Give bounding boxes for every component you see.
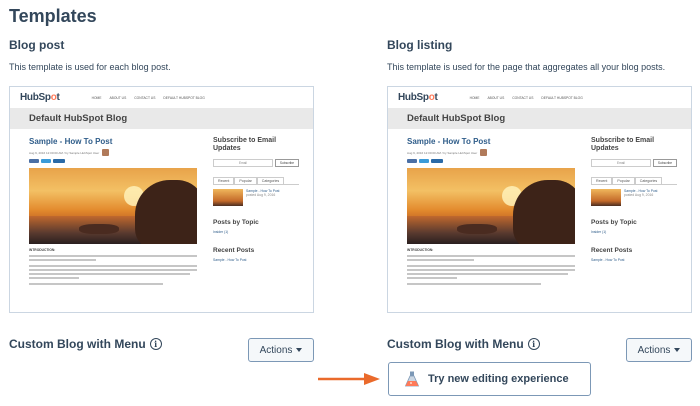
preview-recent-item: Sample - How To Post xyxy=(213,257,247,262)
preview-nav-item: HOME xyxy=(469,95,480,100)
preview-tab: Popular xyxy=(612,176,635,184)
flask-icon xyxy=(405,371,419,387)
arrow-right-icon xyxy=(318,373,380,385)
preview-topic-item: Insider (1) xyxy=(213,229,229,234)
preview-subscribe-heading: Subscribe to Email Updates xyxy=(591,137,655,153)
preview-recent-item: Sample - How To Post xyxy=(591,257,625,262)
preview-post-title: Sample - How To Post xyxy=(407,137,491,146)
preview-body-text xyxy=(29,255,197,285)
preview-email-field: Email xyxy=(213,158,273,167)
avatar xyxy=(102,149,110,156)
preview-post-title: Sample - How To Post xyxy=(29,137,113,146)
avatar xyxy=(480,149,488,156)
preview-email-field: Email xyxy=(591,158,651,167)
template-preview[interactable]: HubSpot HOME ABOUT US CONTACT US DEFAULT… xyxy=(387,86,692,313)
preview-nav-item: CONTACT US xyxy=(512,95,534,100)
try-button-label: Try new editing experience xyxy=(428,373,569,385)
preview-tab: Recent xyxy=(213,176,235,184)
actions-button[interactable]: Actions xyxy=(248,338,314,362)
hubspot-logo: HubSpot xyxy=(20,92,60,103)
preview-tab: Categories xyxy=(256,176,285,184)
template-description: This template is used for each blog post… xyxy=(9,62,171,72)
preview-tab: Categories xyxy=(634,176,663,184)
recent-post-thumbnail xyxy=(213,188,243,206)
preview-banner: Default HubSpot Blog xyxy=(10,108,313,129)
recent-post-date: posted Aug 9, 2016 xyxy=(624,193,654,198)
preview-blog-name: Default HubSpot Blog xyxy=(29,113,128,124)
preview-tab: Recent xyxy=(591,176,613,184)
caret-down-icon xyxy=(296,348,303,352)
actions-label: Actions xyxy=(259,344,293,356)
preview-nav-item: ABOUT US xyxy=(109,95,127,100)
preview-topics-heading: Posts by Topic xyxy=(213,218,259,226)
info-icon[interactable]: i xyxy=(527,338,540,350)
preview-tab: Popular xyxy=(234,176,257,184)
actions-button[interactable]: Actions xyxy=(626,338,692,362)
preview-topic-item: Insider (1) xyxy=(591,229,607,234)
preview-banner: Default HubSpot Blog xyxy=(388,108,691,129)
share-buttons xyxy=(407,159,575,163)
share-buttons xyxy=(29,159,197,163)
caret-down-icon xyxy=(674,348,681,352)
featured-image xyxy=(407,168,575,244)
preview-nav-item: DEFAULT HUBSPOT BLOG xyxy=(163,95,205,100)
preview-body-text xyxy=(407,255,575,285)
template-card-blog-listing: Blog listing This template is used for t… xyxy=(387,38,692,313)
preview-post-meta: Aug 9, 2016 12:00:00 AM / by Sample HubS… xyxy=(29,150,100,155)
recent-post-thumbnail xyxy=(591,188,621,206)
info-icon[interactable]: i xyxy=(149,338,162,350)
template-preview[interactable]: HubSpot HOME ABOUT US CONTACT US DEFAULT… xyxy=(9,86,314,313)
preview-nav-item: CONTACT US xyxy=(134,95,156,100)
template-description: This template is used for the page that … xyxy=(387,62,666,72)
template-name-label: Custom Blog with Menu xyxy=(9,337,146,351)
preview-nav-item: ABOUT US xyxy=(487,95,505,100)
template-title: Blog listing xyxy=(387,38,453,52)
selected-template-name: Custom Blog with Menu i xyxy=(387,337,540,351)
preview-nav-item: HOME xyxy=(91,95,102,100)
preview-recent-heading: Recent Posts xyxy=(591,246,633,254)
page-title: Templates xyxy=(9,6,97,26)
hubspot-logo: HubSpot xyxy=(398,92,438,103)
preview-recent-heading: Recent Posts xyxy=(213,246,255,254)
recent-post-date: posted Aug 9, 2016 xyxy=(246,193,276,198)
template-card-blog-post: Blog post This template is used for each… xyxy=(9,38,314,313)
preview-nav: HubSpot HOME ABOUT US CONTACT US DEFAULT… xyxy=(388,87,691,108)
template-name-label: Custom Blog with Menu xyxy=(387,337,524,351)
preview-subscribe-heading: Subscribe to Email Updates xyxy=(213,137,277,153)
try-new-editing-experience-button[interactable]: Try new editing experience xyxy=(388,362,591,396)
preview-intro-label: INTRODUCTION: xyxy=(29,248,56,252)
preview-intro-label: INTRODUCTION: xyxy=(407,248,434,252)
template-title: Blog post xyxy=(9,38,65,52)
preview-subscribe-button: Subscribe xyxy=(275,158,299,167)
preview-topics-heading: Posts by Topic xyxy=(591,218,637,226)
selected-template-name: Custom Blog with Menu i xyxy=(9,337,162,351)
featured-image xyxy=(29,168,197,244)
preview-nav: HubSpot HOME ABOUT US CONTACT US DEFAULT… xyxy=(10,87,313,108)
preview-blog-name: Default HubSpot Blog xyxy=(407,113,506,124)
preview-subscribe-button: Subscribe xyxy=(653,158,677,167)
actions-label: Actions xyxy=(637,344,671,356)
preview-post-meta: Aug 9, 2016 12:00:00 AM / by Sample HubS… xyxy=(407,150,478,155)
preview-nav-item: DEFAULT HUBSPOT BLOG xyxy=(541,95,583,100)
